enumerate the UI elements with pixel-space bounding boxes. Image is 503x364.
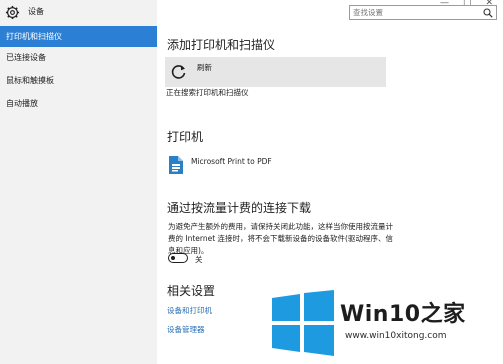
metered-download-toggle[interactable] (168, 253, 188, 263)
related-settings-heading: 相关设置 (167, 284, 216, 298)
sidebar-item-autoplay[interactable]: 自动播放 (0, 93, 157, 114)
printers-heading: 打印机 (167, 130, 204, 144)
sidebar-item-mouse-touchpad[interactable]: 鼠标和触摸板 (0, 70, 157, 91)
search-box[interactable] (349, 5, 497, 20)
toggle-state-label: 关 (195, 255, 203, 264)
sidebar-header: 设备 (0, 0, 157, 24)
refresh-label: 刷新 (197, 63, 212, 72)
search-icon[interactable] (483, 8, 493, 18)
printer-item-name[interactable]: Microsoft Print to PDF (191, 157, 272, 166)
pdf-printer-icon (169, 156, 183, 174)
metered-description: 为避免产生额外的费用，请保持关闭此功能，这样当你使用按流量计费的 Interne… (168, 222, 393, 255)
watermark-text: Win10之家 (340, 302, 466, 327)
refresh-button[interactable]: 刷新 (165, 57, 386, 87)
link-devices-printers[interactable]: 设备和打印机 (167, 305, 212, 316)
watermark-url: www.win10xitong.com (345, 331, 447, 341)
link-device-manager[interactable]: 设备管理器 (167, 324, 205, 335)
sidebar-item-printers-scanners[interactable]: 打印机和扫描仪 (0, 26, 157, 47)
metered-download-heading: 通过按流量计费的连接下载 (167, 201, 312, 215)
gear-icon[interactable] (5, 5, 20, 20)
search-status: 正在搜索打印机和扫描仪 (166, 88, 249, 97)
toggle-knob (171, 255, 175, 260)
sidebar-item-connected-devices[interactable]: 已连接设备 (0, 47, 157, 68)
refresh-icon (171, 65, 186, 79)
sidebar: 设备 打印机和扫描仪 已连接设备 鼠标和触摸板 自动播放 (0, 0, 157, 364)
app-title: 设备 (28, 7, 44, 16)
add-printers-heading: 添加打印机和扫描仪 (167, 38, 276, 52)
search-input[interactable] (353, 6, 473, 19)
